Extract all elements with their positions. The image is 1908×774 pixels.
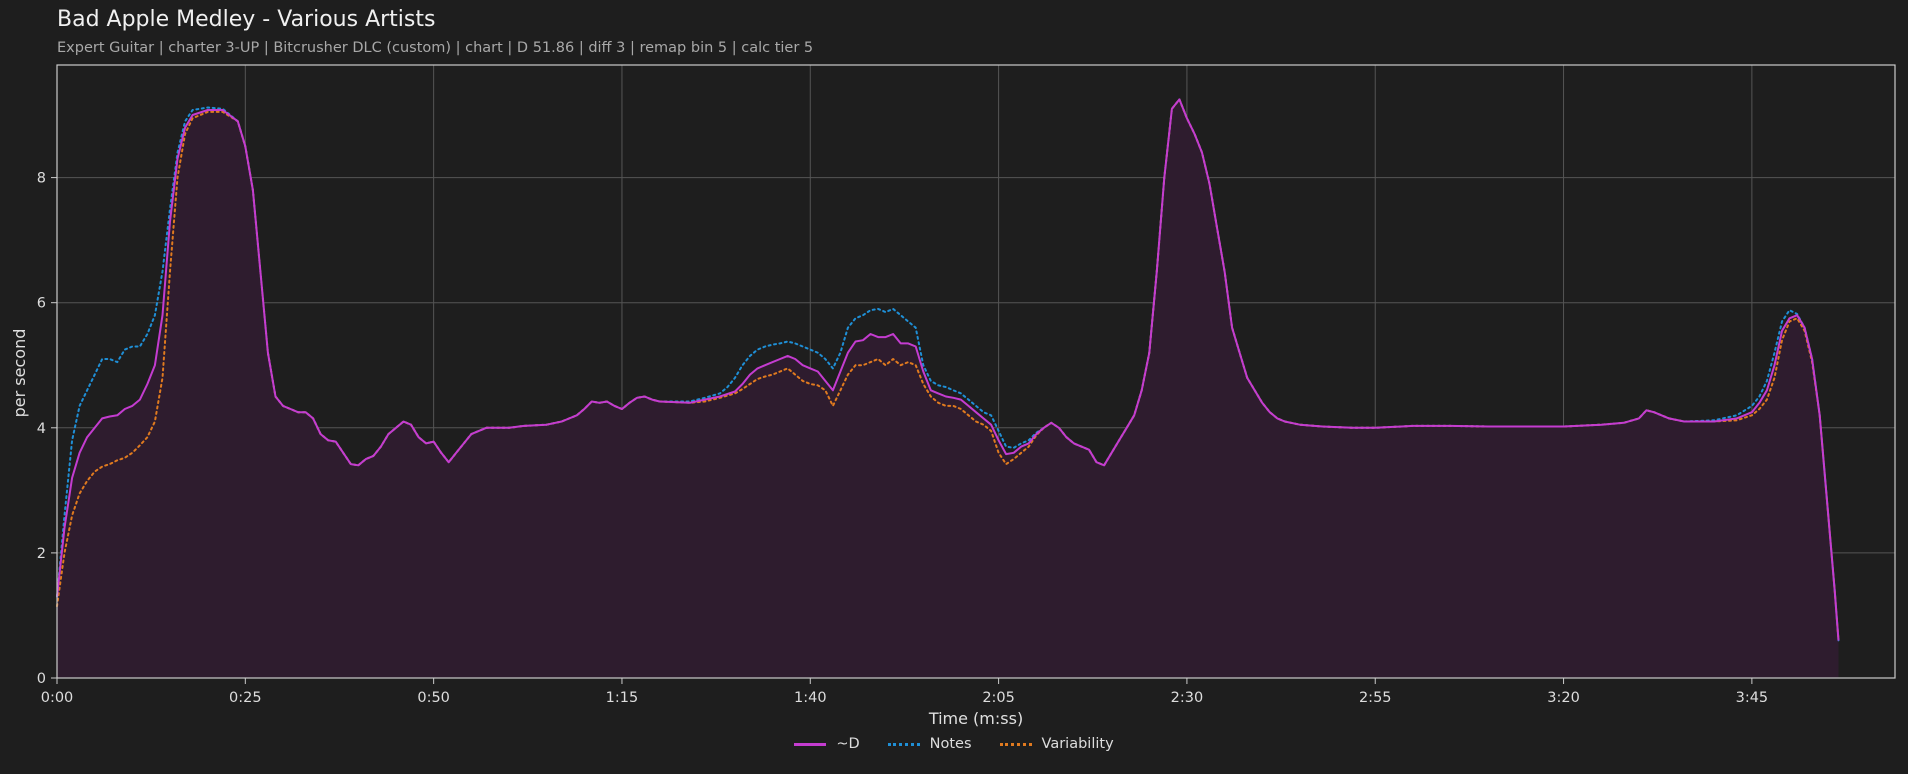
x-tick-label: 1:15	[606, 690, 639, 706]
legend-label-d: ~D	[836, 736, 860, 752]
legend-item-d: ~D	[794, 736, 860, 752]
x-tick-label: 2:05	[982, 690, 1015, 706]
x-tick-label: 3:45	[1736, 690, 1769, 706]
x-tick-label: 2:30	[1171, 690, 1204, 706]
x-tick-label: 0:00	[41, 690, 74, 706]
legend-label-notes: Notes	[929, 736, 972, 752]
x-axis-label: Time (m:ss)	[928, 709, 1023, 728]
legend-label-variability: Variability	[1041, 736, 1114, 752]
x-tick-label: 3:20	[1547, 690, 1580, 706]
y-axis-label: per second	[10, 329, 29, 418]
line-chart: 0:00 0:25 0:50 1:15 1:40 2:05 2:30 2:55 3:20 3:45…	[10, 64, 1896, 728]
y-tick-label: 6	[37, 296, 46, 312]
x-tick-label: 1:40	[794, 690, 827, 706]
legend-item-notes: Notes	[887, 736, 972, 752]
x-tick-label: 0:25	[229, 690, 262, 706]
legend-swatch-d	[794, 742, 827, 746]
series-fill-d	[57, 99, 1839, 678]
legend-swatch-notes	[887, 742, 920, 746]
x-tick-label: 0:50	[417, 690, 450, 706]
y-tick-label: 4	[37, 421, 46, 437]
area-fill	[57, 99, 1839, 678]
y-tick-label: 2	[37, 546, 46, 562]
x-tick-label: 2:55	[1359, 690, 1392, 706]
legend: ~D Notes Variability	[0, 736, 1908, 752]
y-tick-label: 8	[37, 171, 46, 187]
legend-item-variability: Variability	[999, 736, 1114, 752]
y-tick-label: 0	[37, 671, 46, 687]
legend-swatch-variability	[999, 742, 1032, 746]
